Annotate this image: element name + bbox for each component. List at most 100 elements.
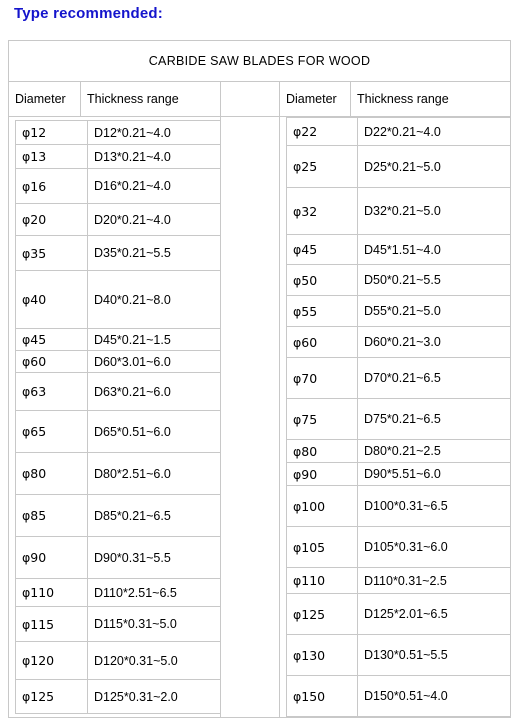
- cell-diameter: φ40: [15, 270, 88, 329]
- table-row: φ120 D120*0.31~5.0: [15, 641, 220, 680]
- cell-thickness-range: D85*0.21~6.5: [87, 494, 220, 537]
- cell-diameter: φ120: [15, 641, 88, 680]
- cell-diameter: φ16: [15, 168, 88, 204]
- header-spacer: [220, 81, 280, 117]
- table-row: φ60 D60*3.01~6.0: [15, 350, 220, 373]
- table-row: φ40 D40*0.21~8.0: [15, 270, 220, 329]
- cell-thickness-range: D115*0.31~5.0: [87, 606, 220, 642]
- table-row: φ20 D20*0.21~4.0: [15, 203, 220, 236]
- cell-thickness-range: D45*1.51~4.0: [357, 234, 510, 265]
- cell-thickness-range: D35*0.21~5.5: [87, 235, 220, 271]
- cell-thickness-range: D70*0.21~6.5: [357, 357, 510, 399]
- cell-diameter: φ13: [15, 144, 88, 169]
- left-half-host: φ12 D12*0.21~4.0 φ13 D13*0.21~4.0 φ16 D16*0.2…: [8, 116, 221, 718]
- cell-diameter: φ100: [286, 485, 358, 527]
- cell-diameter: φ130: [286, 634, 358, 676]
- table-row: φ75 D75*0.21~6.5: [286, 398, 510, 440]
- cell-thickness-range: D80*2.51~6.0: [87, 452, 220, 495]
- cell-thickness-range: D55*0.21~5.0: [357, 295, 510, 327]
- table-row: φ115 D115*0.31~5.0: [15, 606, 220, 642]
- right-half-host: φ22 D22*0.21~4.0 φ25 D25*0.21~5.0 φ32 D32*0.2…: [278, 116, 512, 718]
- cell-diameter: φ90: [15, 536, 88, 579]
- cell-thickness-range: D25*0.21~5.0: [357, 145, 510, 188]
- cell-diameter: φ60: [15, 350, 88, 373]
- table-row: φ55 D55*0.21~5.0: [286, 295, 510, 327]
- cell-thickness-range: D63*0.21~6.0: [87, 372, 220, 411]
- cell-thickness-range: D110*2.51~6.5: [87, 578, 220, 607]
- page-title: Type recommended:: [14, 5, 163, 22]
- cell-thickness-range: D75*0.21~6.5: [357, 398, 510, 440]
- cell-diameter: φ65: [15, 410, 88, 453]
- cell-thickness-range: D60*3.01~6.0: [87, 350, 220, 373]
- header-thickness-right: Thickness range: [349, 81, 512, 117]
- cell-diameter: φ85: [15, 494, 88, 537]
- spec-table-container: CARBIDE SAW BLADES FOR WOOD Diameter Thi…: [7, 40, 512, 718]
- cell-diameter: φ22: [286, 117, 358, 146]
- cell-diameter: φ75: [286, 398, 358, 440]
- cell-diameter: φ125: [286, 593, 358, 635]
- carbide-saw-blades-table: CARBIDE SAW BLADES FOR WOOD Diameter Thi…: [7, 40, 512, 718]
- cell-thickness-range: D125*2.01~6.5: [357, 593, 510, 635]
- cell-thickness-range: D120*0.31~5.0: [87, 641, 220, 680]
- cell-diameter: φ63: [15, 372, 88, 411]
- left-half-table: φ12 D12*0.21~4.0 φ13 D13*0.21~4.0 φ16 D16*0.2…: [15, 120, 220, 714]
- header-diameter-right: Diameter: [279, 81, 351, 117]
- table-row: φ80 D80*2.51~6.0: [15, 452, 220, 495]
- table-row: φ50 D50*0.21~5.5: [286, 264, 510, 296]
- cell-thickness-range: D20*0.21~4.0: [87, 203, 220, 236]
- table-row: φ90 D90*0.31~5.5: [15, 536, 220, 579]
- table-row: φ150 D150*0.51~4.0: [286, 675, 510, 717]
- cell-thickness-range: D16*0.21~4.0: [87, 168, 220, 204]
- table-row: φ110 D110*0.31~2.5: [286, 567, 510, 594]
- cell-thickness-range: D90*5.51~6.0: [357, 462, 510, 486]
- cell-diameter: φ45: [15, 328, 88, 351]
- cell-thickness-range: D60*0.21~3.0: [357, 326, 510, 358]
- table-row: φ16 D16*0.21~4.0: [15, 168, 220, 204]
- table-title-row: CARBIDE SAW BLADES FOR WOOD: [7, 40, 512, 82]
- cell-thickness-range: D100*0.31~6.5: [357, 485, 510, 527]
- cell-thickness-range: D90*0.31~5.5: [87, 536, 220, 579]
- table-row: φ60 D60*0.21~3.0: [286, 326, 510, 358]
- cell-thickness-range: D12*0.21~4.0: [87, 120, 220, 145]
- table-row: φ32 D32*0.21~5.0: [286, 187, 510, 235]
- cell-thickness-range: D125*0.31~2.0: [87, 679, 220, 714]
- cell-thickness-range: D40*0.21~8.0: [87, 270, 220, 329]
- table-body-row: φ12 D12*0.21~4.0 φ13 D13*0.21~4.0 φ16 D16*0.2…: [8, 116, 512, 718]
- cell-diameter: φ110: [15, 578, 88, 607]
- cell-thickness-range: D50*0.21~5.5: [357, 264, 510, 296]
- cell-diameter: φ80: [286, 439, 358, 463]
- table-header-row: Diameter Thickness range Diameter Thickn…: [8, 81, 512, 117]
- left-rows-body: φ12 D12*0.21~4.0 φ13 D13*0.21~4.0 φ16 D16*0.2…: [15, 120, 220, 714]
- cell-diameter: φ35: [15, 235, 88, 271]
- table-row: φ12 D12*0.21~4.0: [15, 120, 220, 145]
- cell-thickness-range: D110*0.31~2.5: [357, 567, 510, 594]
- table-row: φ45 D45*0.21~1.5: [15, 328, 220, 351]
- right-rows-body: φ22 D22*0.21~4.0 φ25 D25*0.21~5.0 φ32 D32*0.2…: [286, 117, 510, 717]
- table-row: φ70 D70*0.21~6.5: [286, 357, 510, 399]
- cell-thickness-range: D13*0.21~4.0: [87, 144, 220, 169]
- cell-diameter: φ20: [15, 203, 88, 236]
- table-row: φ125 D125*0.31~2.0: [15, 679, 220, 714]
- table-row: φ85 D85*0.21~6.5: [15, 494, 220, 537]
- cell-diameter: φ80: [15, 452, 88, 495]
- cell-diameter: φ25: [286, 145, 358, 188]
- table-row: φ100 D100*0.31~6.5: [286, 485, 510, 527]
- column-spacer: [220, 116, 280, 718]
- cell-diameter: φ70: [286, 357, 358, 399]
- table-row: φ22 D22*0.21~4.0: [286, 117, 510, 146]
- table-row: φ65 D65*0.51~6.0: [15, 410, 220, 453]
- table-row: φ13 D13*0.21~4.0: [15, 144, 220, 169]
- cell-thickness-range: D105*0.31~6.0: [357, 526, 510, 568]
- table-row: φ25 D25*0.21~5.0: [286, 145, 510, 188]
- header-diameter-left: Diameter: [8, 81, 81, 117]
- table-row: φ35 D35*0.21~5.5: [15, 235, 220, 271]
- cell-thickness-range: D22*0.21~4.0: [357, 117, 510, 146]
- cell-diameter: φ32: [286, 187, 358, 235]
- cell-diameter: φ45: [286, 234, 358, 265]
- table-row: φ90 D90*5.51~6.0: [286, 462, 510, 486]
- table-row: φ125 D125*2.01~6.5: [286, 593, 510, 635]
- cell-thickness-range: D32*0.21~5.0: [357, 187, 510, 235]
- cell-thickness-range: D45*0.21~1.5: [87, 328, 220, 351]
- cell-diameter: φ90: [286, 462, 358, 486]
- table-row: φ45 D45*1.51~4.0: [286, 234, 510, 265]
